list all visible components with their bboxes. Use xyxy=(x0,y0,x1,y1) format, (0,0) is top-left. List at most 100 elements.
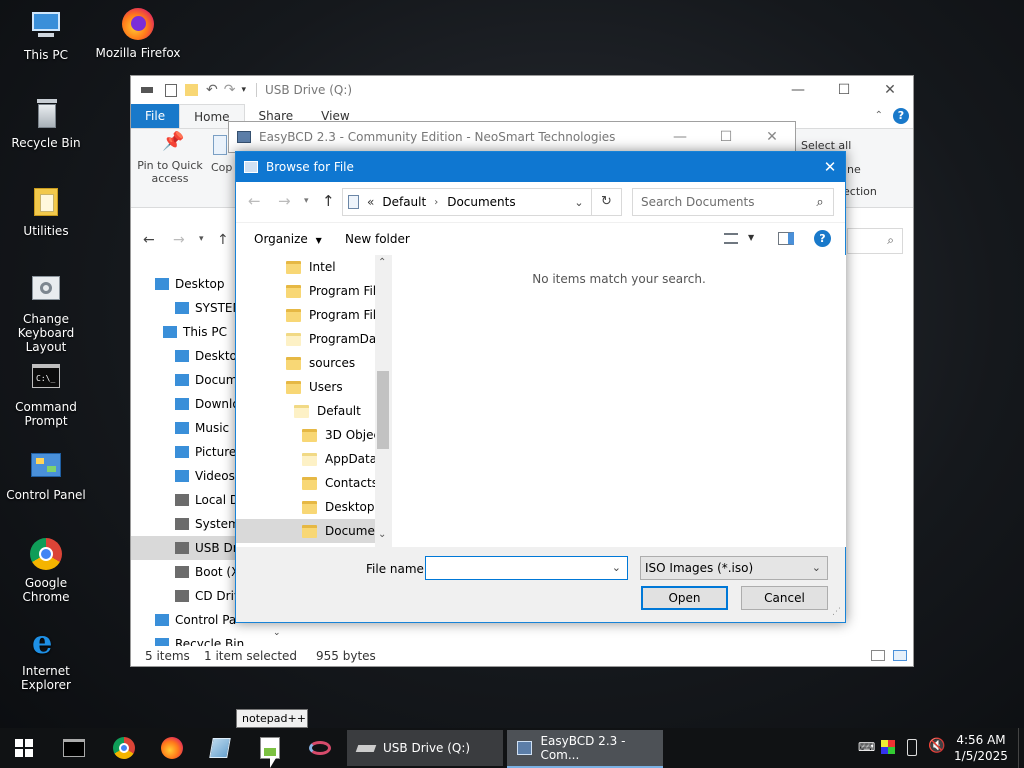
explorer-title: USB Drive (Q:) xyxy=(265,83,353,97)
tree-item[interactable]: Program Files xyxy=(236,303,390,327)
desktop-icon-control-panel[interactable]: Control Panel xyxy=(0,448,92,502)
taskbar-command-prompt[interactable] xyxy=(52,728,96,768)
help-icon[interactable]: ? xyxy=(893,108,909,124)
maximize-button[interactable]: ☐ xyxy=(821,76,867,104)
desktop-icon-change-keyboard-layout[interactable]: Change Keyboard Layout xyxy=(0,272,92,354)
explorer-search-box[interactable]: ⌕ xyxy=(847,228,903,254)
keyboard-layout-icon[interactable]: ⌨ xyxy=(858,740,875,756)
properties-icon[interactable] xyxy=(165,83,177,97)
dialog-forward-button[interactable]: → xyxy=(278,192,291,210)
file-type-select[interactable]: ISO Images (*.iso) ⌄ xyxy=(640,556,828,580)
tree-item[interactable]: ProgramData xyxy=(236,327,388,351)
select-none-button[interactable]: ne xyxy=(847,163,861,176)
file-name-input[interactable]: ⌄ xyxy=(425,556,628,580)
tree-item[interactable]: sources xyxy=(236,351,375,375)
minimize-button[interactable]: — xyxy=(775,76,821,104)
open-button[interactable]: Open xyxy=(641,586,728,610)
easybcd-window[interactable]: EasyBCD 2.3 - Community Edition - NeoSma… xyxy=(228,121,796,153)
scroll-down-icon[interactable]: ⌄ xyxy=(378,529,386,540)
tree-item[interactable]: Intel xyxy=(236,255,375,279)
dialog-help-icon[interactable]: ? xyxy=(814,230,831,247)
back-button[interactable]: ← xyxy=(143,232,155,248)
desktop-icon-utilities[interactable]: Utilities xyxy=(0,184,92,238)
invert-selection-button[interactable]: ection xyxy=(843,185,877,198)
desktop-icon-internet-explorer[interactable]: e Internet Explorer xyxy=(0,624,92,692)
change-view-icon[interactable] xyxy=(724,233,738,244)
browse-for-file-dialog[interactable]: Browse for File ✕ ← → ▾ ↑ « Default › Do… xyxy=(235,151,846,623)
dialog-titlebar[interactable]: Browse for File ✕ xyxy=(236,152,845,182)
dialog-recent-dropdown-icon[interactable]: ▾ xyxy=(304,196,309,206)
tree-item[interactable]: 3D Objects xyxy=(236,423,391,447)
scroll-up-icon[interactable]: ⌃ xyxy=(378,257,386,268)
file-name-dropdown-icon[interactable]: ⌄ xyxy=(612,561,621,574)
taskbar-window-easybcd[interactable]: EasyBCD 2.3 - Com... xyxy=(507,730,663,766)
start-button[interactable] xyxy=(0,728,48,768)
nav-scroll-down-icon[interactable]: ⌄ xyxy=(273,628,281,638)
cancel-button[interactable]: Cancel xyxy=(741,586,828,610)
ribbon-collapse-icon[interactable]: ⌃ xyxy=(875,104,883,128)
scroll-thumb[interactable] xyxy=(377,371,389,449)
taskbar-chrome[interactable] xyxy=(102,728,146,768)
explorer-titlebar[interactable]: ↶ ↷ ▾ USB Drive (Q:) — ☐ ✕ xyxy=(131,76,913,104)
desktop-icon-this-pc[interactable]: This PC xyxy=(0,8,92,62)
desktop-icon-firefox[interactable]: Mozilla Firefox xyxy=(92,6,184,60)
dialog-back-button[interactable]: ← xyxy=(248,192,261,210)
dialog-up-button[interactable]: ↑ xyxy=(322,192,335,210)
search-input[interactable]: Search Documents ⌕ xyxy=(632,188,834,216)
refresh-button[interactable]: ↻ xyxy=(591,189,621,215)
pin-to-quick-access-button[interactable]: 📌 Pin to Quick access xyxy=(135,133,205,186)
address-segment-default[interactable]: Default xyxy=(382,195,426,209)
address-dropdown-icon[interactable]: ⌄ xyxy=(567,196,591,209)
address-segment-documents[interactable]: Documents xyxy=(447,195,515,209)
undo-icon[interactable]: ↶ xyxy=(206,82,218,98)
tree-item[interactable]: Documents xyxy=(236,519,391,543)
system-clock[interactable]: 4:56 AM 1/5/2025 xyxy=(952,732,1010,764)
forward-button[interactable]: → xyxy=(173,232,185,248)
tree-item[interactable]: Desktop xyxy=(236,495,375,519)
large-icons-view-icon[interactable] xyxy=(893,650,907,661)
details-view-icon[interactable] xyxy=(871,650,885,661)
tree-item[interactable]: AppData xyxy=(236,447,377,471)
organize-menu[interactable]: Organize ▼ xyxy=(254,232,322,246)
tree-item[interactable]: Default xyxy=(236,399,375,423)
dialog-close-button[interactable]: ✕ xyxy=(815,158,845,176)
tree-item[interactable]: Contacts xyxy=(236,471,378,495)
preview-pane-icon[interactable] xyxy=(778,232,794,245)
desktop-icon-recycle-bin[interactable]: Recycle Bin xyxy=(0,96,92,150)
desktop-icon-command-prompt[interactable]: C:\_ Command Prompt xyxy=(0,360,92,428)
volume-muted-icon[interactable]: 🔇 xyxy=(928,738,945,754)
chevron-right-icon[interactable]: › xyxy=(434,197,438,208)
tab-file[interactable]: File xyxy=(131,104,180,128)
easybcd-maximize-button[interactable]: ☐ xyxy=(703,123,749,151)
drive-icon xyxy=(141,87,153,93)
taskbar-app-tool[interactable] xyxy=(298,728,342,768)
taskbar-firefox[interactable] xyxy=(150,728,194,768)
view-options-dropdown-icon[interactable]: ▼ xyxy=(748,233,754,242)
close-button[interactable]: ✕ xyxy=(867,76,913,104)
address-overflow[interactable]: « xyxy=(367,195,374,209)
tree-item[interactable]: Users xyxy=(236,375,375,399)
taskbar-app-notebook[interactable] xyxy=(198,728,242,768)
file-list[interactable]: No items match your search. xyxy=(392,255,846,547)
tree-scrollbar[interactable]: ⌃ ⌄ xyxy=(375,255,391,547)
easybcd-close-button[interactable]: ✕ xyxy=(749,123,795,151)
easybcd-minimize-button[interactable]: — xyxy=(657,123,703,151)
up-button[interactable]: ↑ xyxy=(217,232,229,248)
recent-dropdown-icon[interactable]: ▾ xyxy=(199,234,204,244)
status-size: 955 bytes xyxy=(316,649,376,663)
terminal-icon: C:\_ xyxy=(28,360,64,396)
nav-item[interactable]: Recycle Bin xyxy=(131,632,281,646)
new-folder-icon[interactable] xyxy=(185,84,198,96)
color-picker-icon[interactable] xyxy=(881,740,895,754)
qat-dropdown-icon[interactable]: ▾ xyxy=(241,85,246,95)
usb-device-icon[interactable] xyxy=(907,739,917,756)
nav-item-label: Desktop xyxy=(175,277,225,291)
new-folder-button[interactable]: New folder xyxy=(345,232,410,246)
redo-icon[interactable]: ↷ xyxy=(224,82,236,98)
desktop-icon-google-chrome[interactable]: Google Chrome xyxy=(0,536,92,604)
tree-item[interactable]: Program Files xyxy=(236,279,390,303)
taskbar-window-usb-drive[interactable]: USB Drive (Q:) xyxy=(347,730,503,766)
show-desktop-button[interactable] xyxy=(1018,728,1024,768)
address-bar[interactable]: « Default › Documents ⌄ ↻ xyxy=(342,188,622,216)
resize-grip-icon[interactable]: ⋰ xyxy=(832,607,841,617)
